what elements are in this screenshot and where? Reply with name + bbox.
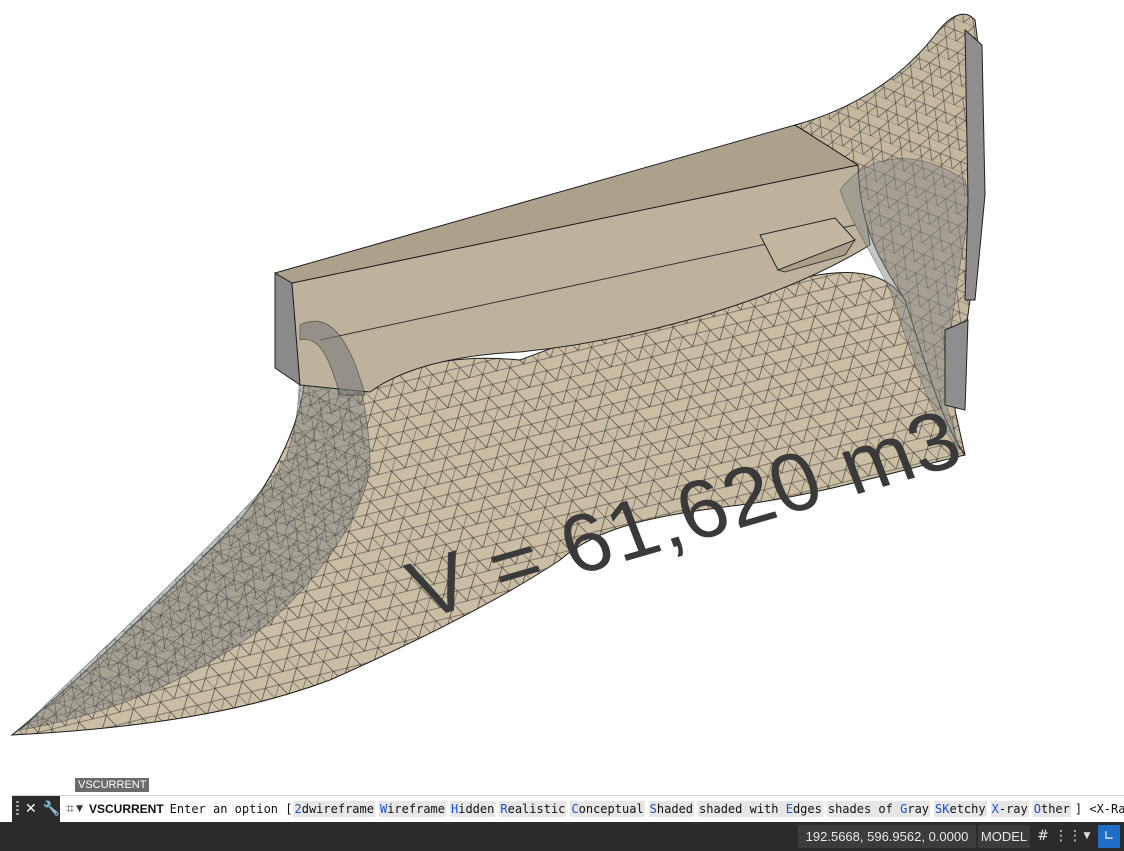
status-bar: 192.5668, 596.9562, 0.0000 MODEL # ⋮⋮ ▼ …	[0, 822, 1124, 851]
terrain-model	[10, 13, 986, 736]
snap-icon[interactable]: ⋮⋮	[1054, 825, 1082, 848]
coordinates-readout[interactable]: 192.5668, 596.9562, 0.0000	[798, 825, 976, 848]
option-list: 2dwireframe Wireframe Hidden Realistic Conce…	[293, 801, 1074, 817]
wrench-icon[interactable]: 🔧	[43, 802, 60, 816]
dropdown-arrow-icon: ▼	[76, 804, 83, 814]
recent-commands-button[interactable]: ⌗ ▼	[60, 801, 89, 817]
option-2[interactable]: Hidden	[450, 801, 496, 817]
ortho-icon[interactable]: ∟	[1098, 825, 1120, 848]
option-8[interactable]: SKetchy	[934, 801, 987, 817]
option-1[interactable]: Wireframe	[378, 801, 446, 817]
close-icon[interactable]: ✕	[25, 802, 37, 816]
command-prompt[interactable]: VSCURRENT Enter an option [ 2dwireframe W…	[88, 801, 1124, 817]
drawing-viewport[interactable]: V = 61,620 m3	[0, 0, 1124, 770]
model-space-button[interactable]: MODEL	[978, 825, 1030, 848]
option-5[interactable]: Shaded	[648, 801, 695, 817]
command-line[interactable]: ✕ 🔧 ⌗ ▼ VSCURRENT Enter an option [ 2dwi…	[12, 795, 1124, 823]
option-9[interactable]: X-ray	[990, 801, 1029, 817]
recent-commands-icon: ⌗	[66, 801, 75, 817]
dropdown-icon[interactable]: ▼	[1076, 825, 1098, 848]
command-tooltip: VSCURRENT	[75, 778, 150, 792]
command-line-handle: ✕ 🔧	[12, 796, 61, 822]
right-wall	[964, 28, 986, 301]
option-10[interactable]: Other	[1032, 801, 1071, 817]
prompt-post: ] <X-Ray>:	[1074, 802, 1124, 816]
grip-icon[interactable]	[16, 801, 19, 817]
grid-icon[interactable]: #	[1032, 825, 1054, 848]
prompt-pre: Enter an option [	[169, 802, 293, 816]
option-3[interactable]: Realistic	[499, 801, 567, 817]
option-0[interactable]: 2dwireframe	[293, 801, 375, 817]
option-6[interactable]: shaded with Edges	[698, 801, 823, 817]
option-7[interactable]: shades of Gray	[826, 801, 931, 817]
option-4[interactable]: Conceptual	[570, 801, 645, 817]
command-name: VSCURRENT	[88, 802, 164, 816]
